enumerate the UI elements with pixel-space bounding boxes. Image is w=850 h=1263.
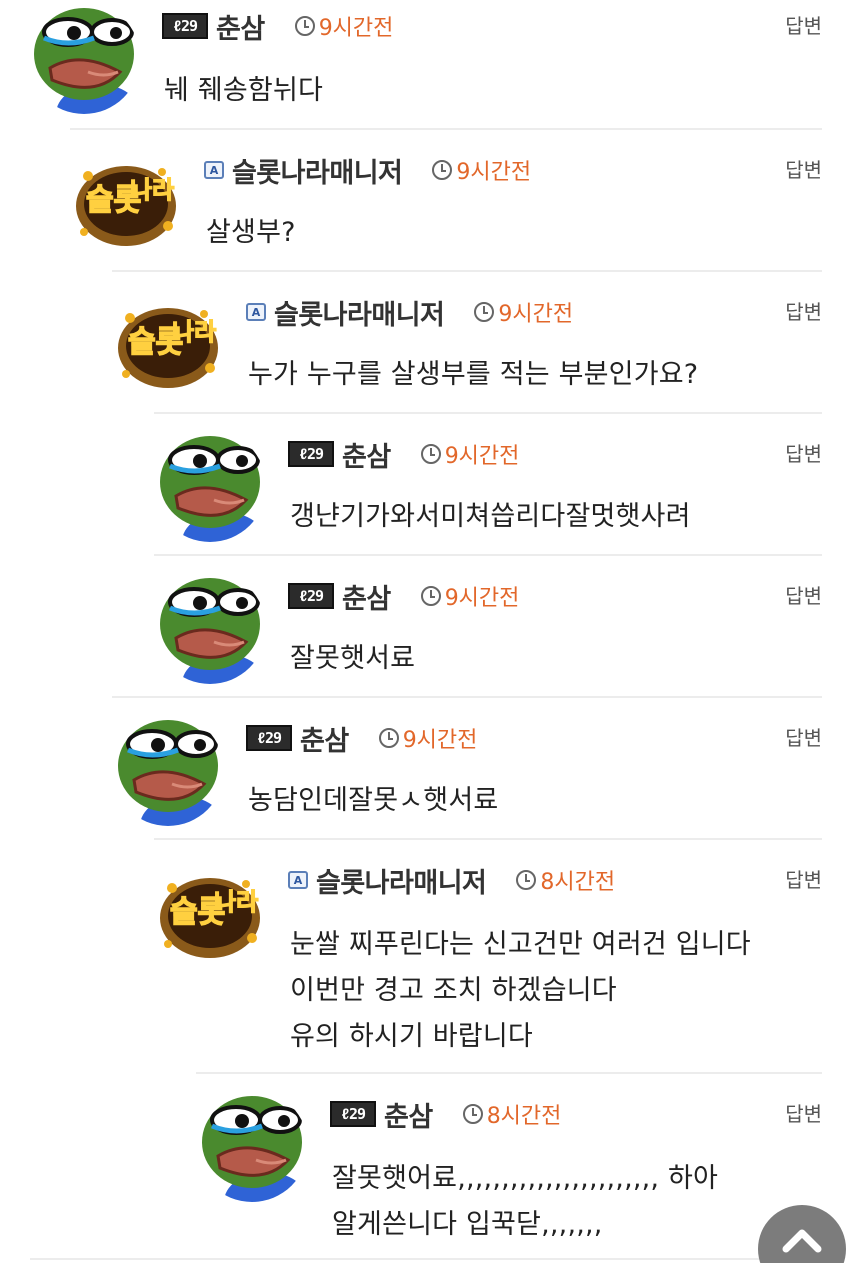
nickname[interactable]: 춘삼 <box>384 1095 433 1134</box>
comment-text: 잘못햇어료,,,,,,,,,,,,,,,,,,,,,,, 하아 알게쓴니다 입꾹닫… <box>332 1163 719 1240</box>
pepe-avatar-icon <box>154 430 266 542</box>
avatar[interactable]: 슬롯 나라 <box>154 858 266 970</box>
pepe-avatar-icon <box>154 572 266 684</box>
level-badge: ℓ29 <box>162 13 208 39</box>
clock-icon <box>378 728 399 748</box>
comment-text: 농담인데잘못ㅅ햇서료 <box>248 785 499 816</box>
comment-text: 눼 줴송함뉘다 <box>164 75 324 106</box>
pepe-avatar-icon <box>28 2 140 114</box>
clock-icon <box>294 16 315 36</box>
comment-text: 눈쌀 찌푸린다는 신고건만 여러건 입니다 이번만 경고 조치 하겠습니다 유의 하… <box>290 929 751 1052</box>
timestamp: 8시간전 <box>540 870 616 895</box>
comment-item: 슬롯 나라 A 슬롯나라매니저 9시간전 답변 살생부? <box>70 130 822 272</box>
reply-button[interactable]: 답변 <box>785 438 822 467</box>
pepe-avatar-icon <box>196 1090 308 1202</box>
avatar[interactable] <box>196 1090 308 1202</box>
comment-text: 살생부? <box>206 217 296 248</box>
avatar[interactable] <box>28 2 140 114</box>
reply-button[interactable]: 답변 <box>785 722 822 751</box>
timestamp: 9시간전 <box>444 586 520 611</box>
comment-item: ℓ29 춘삼 9시간전 답변 갱냔기가와서미쳐씁리다잘멋햇사려 <box>154 414 822 556</box>
nickname[interactable]: 슬롯나라매니저 <box>232 151 403 190</box>
comment-text: 누가 누구를 살생부를 적는 부분인가요? <box>248 359 699 390</box>
reply-button[interactable]: 답변 <box>785 10 822 39</box>
nickname[interactable]: 춘삼 <box>342 435 391 474</box>
admin-badge-icon: A <box>288 871 308 889</box>
reply-button[interactable]: 답변 <box>785 580 822 609</box>
timestamp: 9시간전 <box>456 160 532 185</box>
timestamp: 9시간전 <box>318 16 394 41</box>
timestamp: 9시간전 <box>402 728 478 753</box>
avatar[interactable] <box>154 430 266 542</box>
clock-icon <box>432 160 453 180</box>
reply-button[interactable]: 답변 <box>785 296 822 325</box>
nickname[interactable]: 춘삼 <box>300 719 349 758</box>
divider <box>30 1258 822 1260</box>
comment-text: 잘못햇서료 <box>290 643 416 674</box>
clock-icon <box>516 870 537 890</box>
avatar[interactable] <box>112 714 224 826</box>
reply-button[interactable]: 답변 <box>785 154 822 183</box>
clock-icon <box>420 586 441 606</box>
avatar[interactable] <box>154 572 266 684</box>
nickname[interactable]: 슬롯나라매니저 <box>316 861 487 900</box>
timestamp: 9시간전 <box>498 302 574 327</box>
level-badge: ℓ29 <box>288 583 334 609</box>
avatar[interactable]: 슬롯 나라 <box>112 288 224 400</box>
comment-item: ℓ29 춘삼 9시간전 답변 잘못햇서료 <box>112 556 822 698</box>
reply-button[interactable]: 답변 <box>785 864 822 893</box>
reply-button[interactable]: 답변 <box>785 1098 822 1127</box>
chevron-up-icon <box>782 1229 822 1253</box>
svg-text:나라: 나라 <box>172 318 216 346</box>
slotnara-logo-icon: 슬롯나라 <box>70 146 182 258</box>
svg-text:나라: 나라 <box>130 176 174 204</box>
clock-icon <box>420 444 441 464</box>
timestamp: 8시간전 <box>486 1104 562 1129</box>
pepe-avatar-icon <box>112 714 224 826</box>
admin-badge-icon: A <box>246 303 266 321</box>
comment-item: 슬롯 나라 A 슬롯나라매니저 9시간전 답변 누가 누구를 살생부를 적는 부분인가… <box>112 272 822 414</box>
comment-text: 갱냔기가와서미쳐씁리다잘멋햇사려 <box>290 501 691 532</box>
nickname[interactable]: 춘삼 <box>216 7 265 46</box>
avatar[interactable]: 슬롯 나라 <box>70 146 182 258</box>
comment-item: ℓ29 춘삼 9시간전 답변 농담인데잘못ㅅ햇서료 <box>112 698 822 840</box>
svg-text:나라: 나라 <box>214 888 258 916</box>
slotnara-logo-icon: 슬롯나라 <box>112 288 224 400</box>
comment-item: ℓ29 춘삼 9시간전 답변 눼 줴송함뉘다 <box>28 0 822 130</box>
admin-badge-icon: A <box>204 161 224 179</box>
slotnara-logo-icon: 슬롯나라 <box>154 858 266 970</box>
level-badge: ℓ29 <box>288 441 334 467</box>
level-badge: ℓ29 <box>246 725 292 751</box>
comment-item: ℓ29 춘삼 8시간전 답변 잘못햇어료,,,,,,,,,,,,,,,,,,,,,,… <box>30 1074 822 1260</box>
clock-icon <box>474 302 495 322</box>
nickname[interactable]: 춘삼 <box>342 577 391 616</box>
nickname[interactable]: 슬롯나라매니저 <box>274 293 445 332</box>
level-badge: ℓ29 <box>330 1101 376 1127</box>
comment-item: 슬롯 나라 A 슬롯나라매니저 8시간전 답변 눈쌀 찌푸린다는 신고건만 여러건 입… <box>154 840 822 1074</box>
clock-icon <box>462 1104 483 1124</box>
timestamp: 9시간전 <box>444 444 520 469</box>
